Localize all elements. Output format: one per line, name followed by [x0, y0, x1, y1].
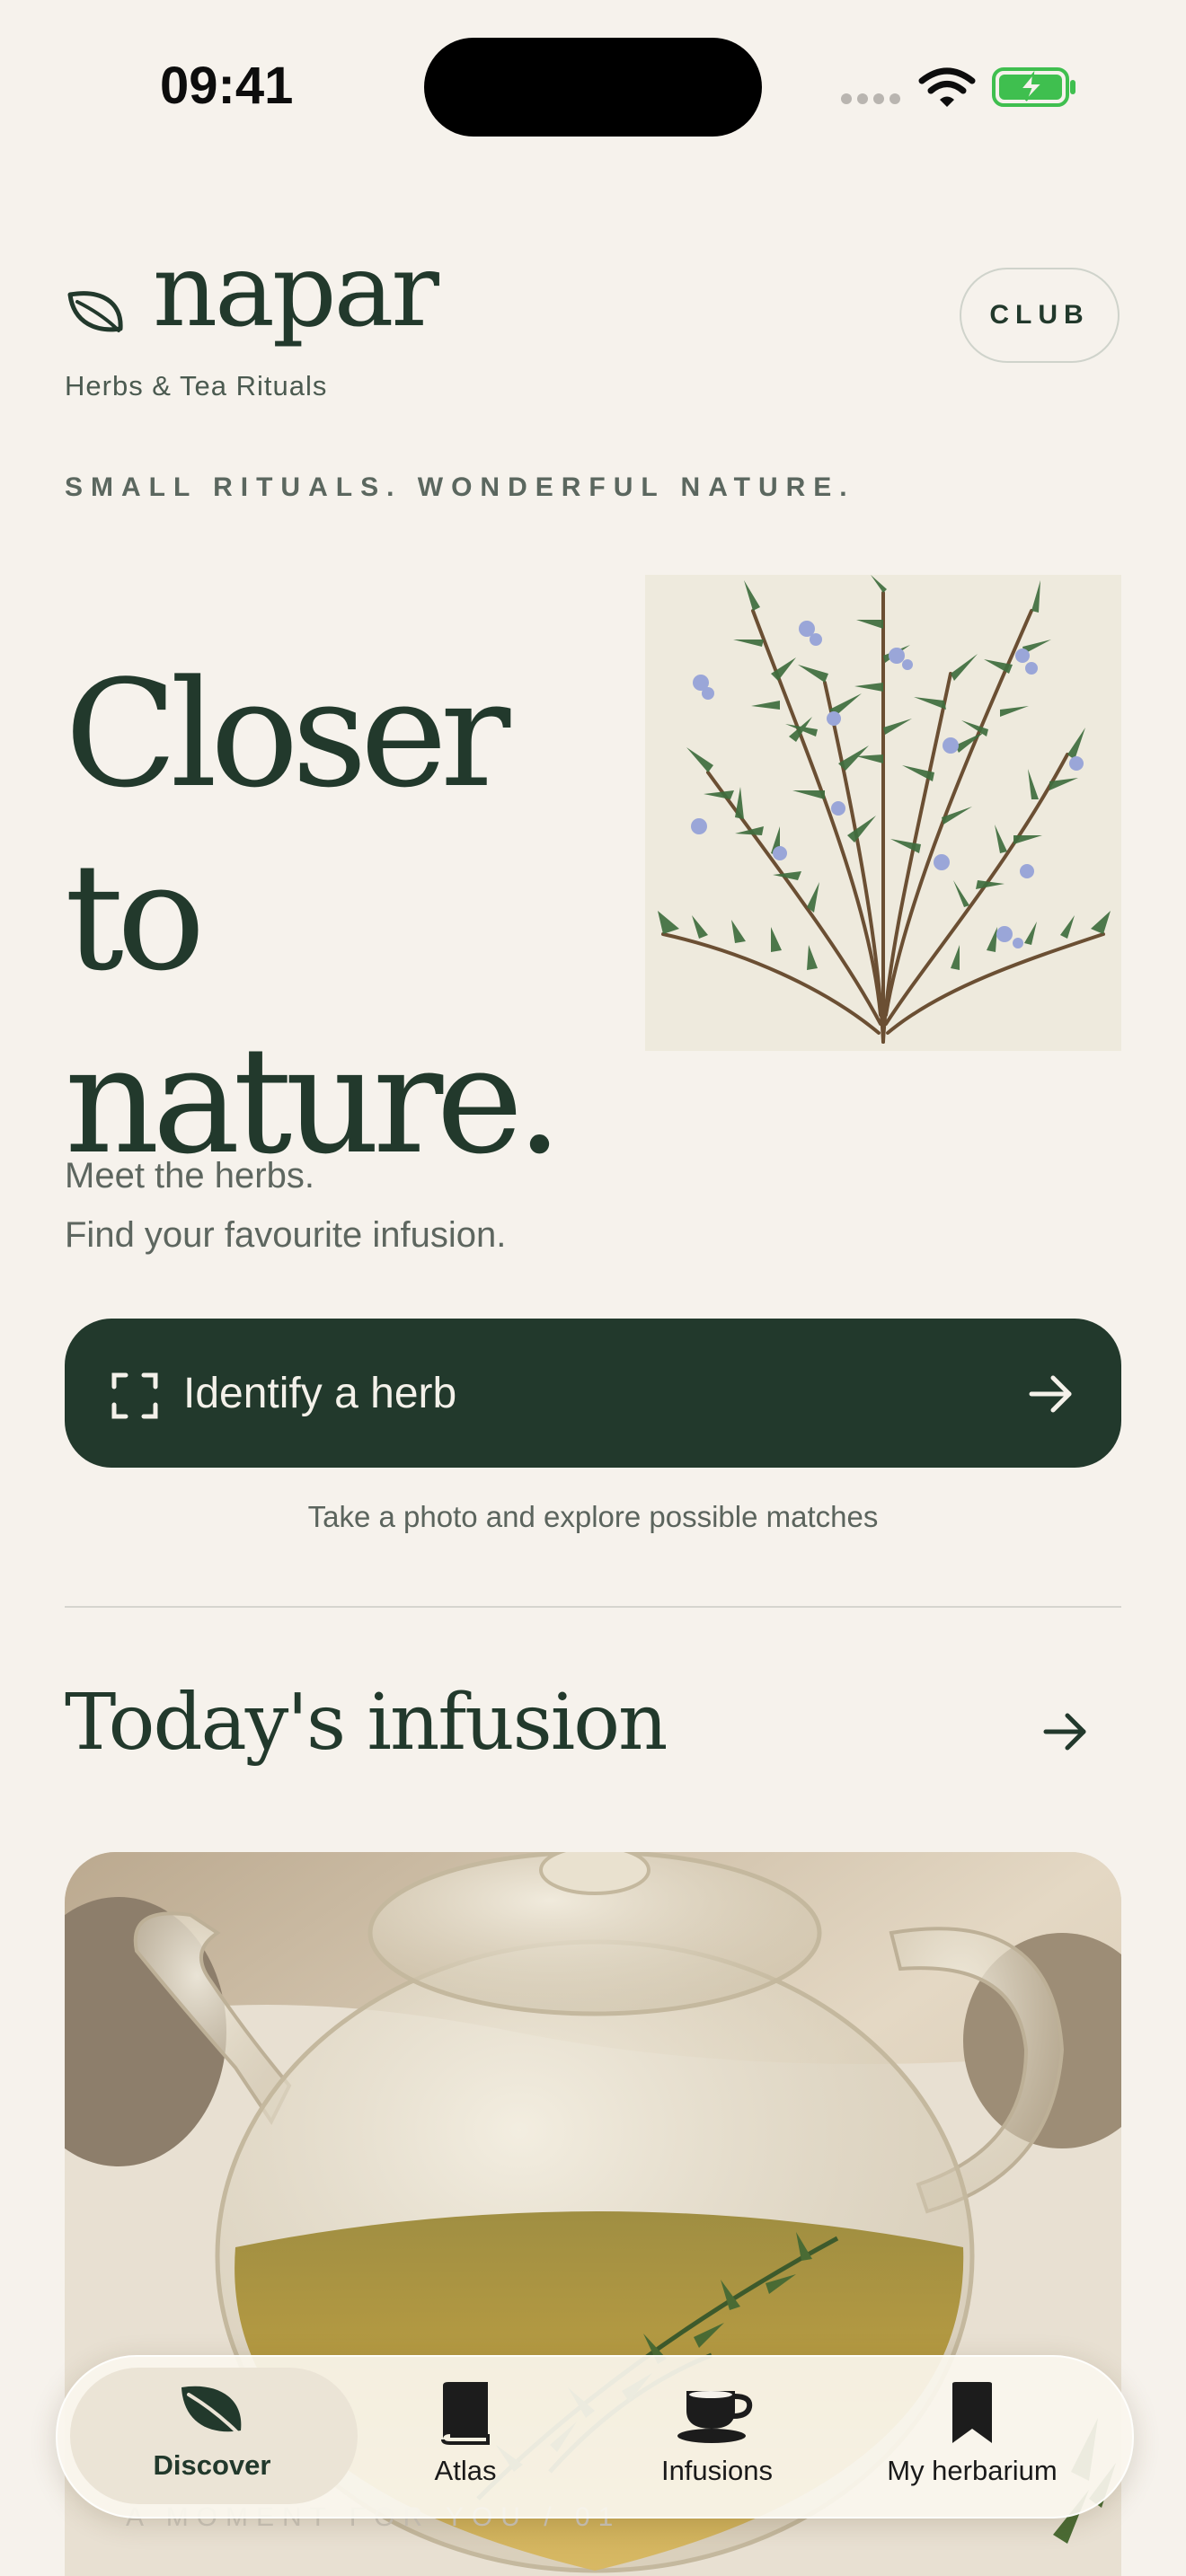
tab-my-herbarium[interactable]: My herbarium	[855, 2380, 1089, 2487]
todays-infusion-arrow-icon[interactable]	[1042, 1712, 1089, 1751]
tab-infusions-label: Infusions	[660, 2455, 774, 2486]
rosemary-illustration	[645, 575, 1121, 1051]
scan-frame-icon	[111, 1372, 158, 1419]
battery-charging-icon	[992, 67, 1075, 107]
bookmark-icon	[952, 2382, 992, 2443]
section-divider	[65, 1606, 1121, 1608]
leaf-logo-icon	[67, 291, 123, 332]
status-time: 09:41	[160, 57, 294, 115]
intro-line-1: Meet the herbs.	[65, 1156, 314, 1195]
tab-atlas[interactable]: Atlas	[349, 2380, 582, 2487]
brand-tagline: Herbs & Tea Rituals	[65, 370, 328, 401]
brand-name: napar	[153, 233, 439, 349]
intro-text: Meet the herbs. Find your favourite infu…	[65, 1146, 506, 1265]
tab-my-herbarium-label: My herbarium	[887, 2455, 1058, 2486]
cellular-signal-icon	[841, 93, 900, 104]
hero-line-1: Closer to	[65, 648, 510, 1003]
intro-line-2: Find your favourite infusion.	[65, 1215, 507, 1255]
tab-atlas-label: Atlas	[434, 2455, 497, 2486]
identify-herb-label: Identify a herb	[183, 1370, 457, 1417]
arrow-right-icon	[1029, 1375, 1072, 1413]
hero-heading: Closer to nature.	[65, 643, 640, 1193]
wifi-icon	[918, 67, 976, 107]
dynamic-island	[424, 38, 762, 137]
leaf-icon	[181, 2386, 242, 2436]
cup-icon	[677, 2391, 753, 2443]
motto: SMALL RITUALS. WONDERFUL NATURE.	[65, 472, 855, 502]
club-button[interactable]: CLUB	[960, 268, 1120, 363]
tab-discover-label: Discover	[153, 2449, 271, 2481]
tab-discover[interactable]: Discover	[95, 2380, 329, 2482]
tab-infusions[interactable]: Infusions	[600, 2380, 834, 2487]
book-icon	[441, 2382, 490, 2445]
todays-infusion-title: Today's infusion	[65, 1678, 668, 1768]
identify-hint: Take a photo and explore possible matche…	[307, 1500, 879, 1533]
